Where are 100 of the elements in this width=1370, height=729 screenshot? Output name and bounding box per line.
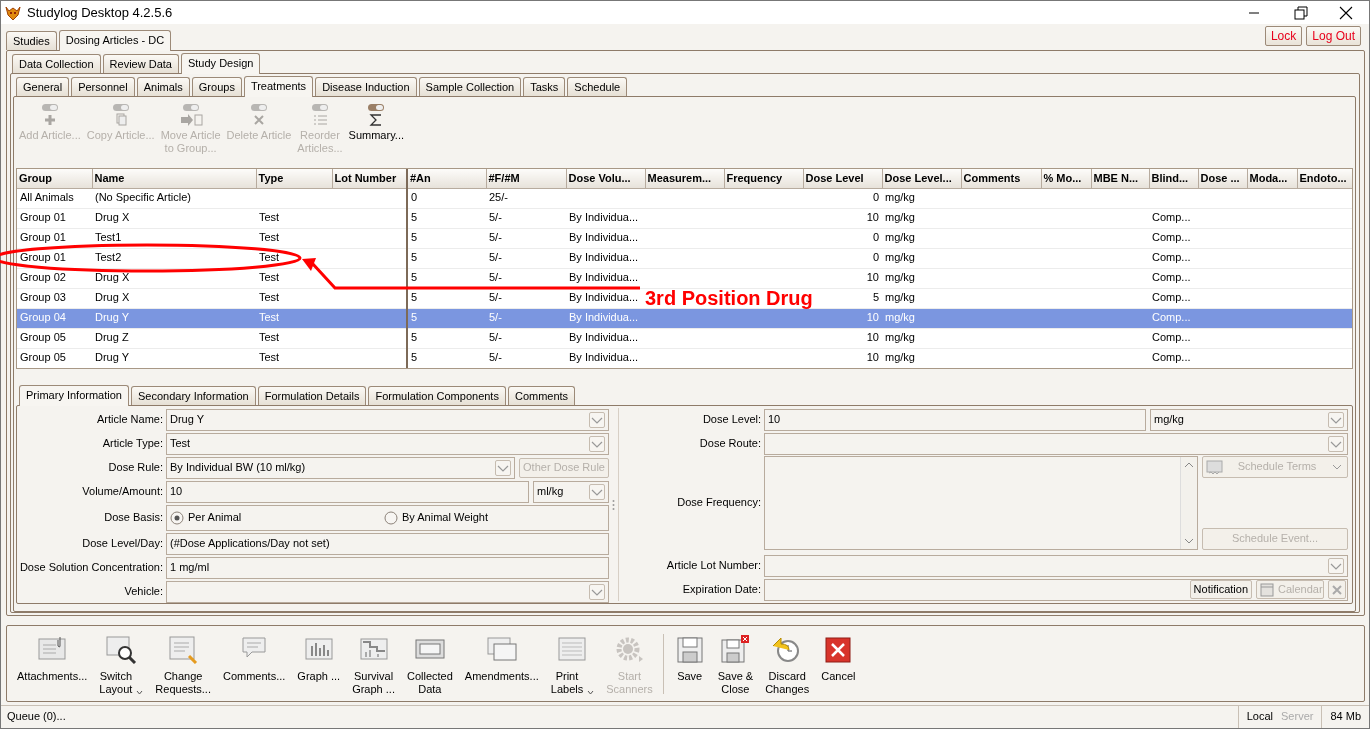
dropdown-field[interactable]: [764, 554, 1348, 577]
notification-button[interactable]: Notification: [1189, 580, 1252, 599]
table-cell: 5/-: [486, 328, 566, 348]
column-header[interactable]: Measurem...: [645, 169, 724, 188]
radio-label: Per Animal: [188, 510, 242, 525]
tab[interactable]: Data Collection: [12, 54, 101, 73]
table-cell: Comp...: [1149, 348, 1198, 368]
column-header[interactable]: Frequency: [724, 169, 803, 188]
column-header[interactable]: #F/#M: [486, 169, 566, 188]
tab[interactable]: Secondary Information: [131, 386, 256, 405]
dropdown-field[interactable]: By Individual BW (10 ml/kg): [166, 456, 516, 479]
column-header[interactable]: Dose Level: [803, 169, 882, 188]
tab[interactable]: Tasks: [523, 77, 566, 96]
toolbar-button[interactable]: Survival Graph ...: [346, 634, 401, 696]
table-cell: 10: [803, 328, 882, 348]
radio-button[interactable]: [170, 510, 184, 525]
field-label: Vehicle:: [123, 584, 163, 599]
tab[interactable]: General: [16, 77, 70, 96]
tab[interactable]: Studies: [6, 31, 57, 50]
toolbar-button[interactable]: Comments...: [217, 634, 292, 683]
column-header[interactable]: Moda...: [1247, 169, 1297, 188]
table-cell: Test1: [92, 228, 256, 248]
table-cell: Group 05: [17, 348, 92, 368]
tab[interactable]: Personnel: [71, 77, 135, 96]
table-cell: 5: [407, 328, 486, 348]
table-cell: Group 05: [17, 328, 92, 348]
log-out-button[interactable]: Log Out: [1306, 26, 1361, 46]
toolbar-button[interactable]: Attachments...: [11, 634, 94, 683]
column-header[interactable]: MBE N...: [1091, 169, 1149, 188]
dropdown-field[interactable]: Drug Y: [166, 408, 609, 431]
toolbar-button[interactable]: Save & Close: [711, 634, 760, 696]
column-header[interactable]: Comments: [961, 169, 1041, 188]
column-header[interactable]: Dose Level...: [882, 169, 961, 188]
table-row[interactable]: Group 01 Drug X Test 5 5/- By Individua... 10 mg/kg Comp...: [17, 208, 1352, 228]
toolbar-button[interactable]: Switch Layout: [93, 634, 150, 696]
table-row[interactable]: Group 01 Test1 Test 5 5/- By Individua... 0 mg/kg Comp...: [17, 228, 1352, 248]
text-field[interactable]: (#Dose Applications/Day not set): [166, 532, 609, 555]
text-field[interactable]: 10: [764, 408, 1146, 431]
column-header[interactable]: Blind...: [1149, 169, 1198, 188]
column-header[interactable]: #An: [407, 169, 486, 188]
text-area[interactable]: [764, 456, 1198, 550]
toolbar-button[interactable]: Print Labels: [544, 634, 601, 696]
table-cell: Drug X: [92, 208, 256, 228]
tab[interactable]: Disease Induction: [315, 77, 417, 96]
tab[interactable]: Review Data: [102, 54, 179, 73]
toolbar-button[interactable]: Amendments...: [458, 634, 545, 683]
column-header[interactable]: Lot Number: [332, 169, 407, 188]
annotation-label: 3rd Position Drug: [645, 286, 813, 310]
tab[interactable]: Comments: [507, 386, 576, 405]
toolbar-button[interactable]: Cancel: [815, 634, 862, 683]
tab[interactable]: Dosing Articles - DC: [58, 30, 172, 51]
column-header[interactable]: Dose Volu...: [566, 169, 645, 188]
toolbar-button[interactable]: Change Requests...: [149, 634, 217, 696]
clear-icon[interactable]: [1331, 583, 1343, 596]
column-header[interactable]: Endoto...: [1297, 169, 1352, 188]
dropdown-field[interactable]: [166, 580, 609, 603]
magnifier-icon: [105, 634, 138, 664]
table-cell: 5/-: [486, 228, 566, 248]
splitter-handle[interactable]: [612, 498, 615, 511]
tab[interactable]: Treatments: [243, 76, 314, 97]
toolbar-button[interactable]: Summary...: [345, 103, 407, 168]
table-cell: mg/kg: [882, 328, 961, 348]
toolbar-button[interactable]: Save: [667, 634, 712, 683]
toolbar-button[interactable]: Collected Data: [400, 634, 459, 696]
toolbar-button[interactable]: Discard Changes: [759, 634, 816, 696]
table-cell: All Animals: [17, 188, 92, 208]
table-cell: Comp...: [1149, 208, 1198, 228]
radio-button[interactable]: [384, 510, 398, 525]
tab[interactable]: Primary Information: [19, 385, 129, 406]
toolbar-button[interactable]: Graph ...: [291, 634, 347, 683]
text-field[interactable]: 10: [166, 480, 529, 503]
table-row[interactable]: Group 01 Test2 Test 5 5/- By Individua... 0 mg/kg Comp...: [17, 248, 1352, 268]
table-row[interactable]: Group 05 Drug Y Test 5 5/- By Individua... 10 mg/kg Comp...: [17, 348, 1352, 368]
table-row[interactable]: Group 05 Drug Z Test 5 5/- By Individua... 10 mg/kg Comp...: [17, 328, 1352, 348]
tab[interactable]: Study Design: [180, 53, 261, 74]
tab[interactable]: Groups: [191, 77, 242, 96]
table-row[interactable]: Group 02 Drug X Test 5 5/- By Individua... 10 mg/kg Comp...: [17, 268, 1352, 288]
column-header[interactable]: Dose ...: [1198, 169, 1247, 188]
column-header[interactable]: Name: [92, 169, 256, 188]
table-cell: 5: [407, 268, 486, 288]
dropdown-field[interactable]: Test: [166, 432, 609, 455]
column-header[interactable]: % Mo...: [1041, 169, 1091, 188]
field-value: By Individual BW (10 ml/kg): [170, 460, 306, 475]
dropdown-field[interactable]: mg/kg: [1150, 408, 1348, 431]
tab[interactable]: Animals: [136, 77, 190, 96]
column-header[interactable]: Group: [17, 169, 92, 188]
tab[interactable]: Formulation Components: [368, 386, 506, 405]
dropdown-field[interactable]: [764, 432, 1348, 455]
tab[interactable]: Sample Collection: [418, 77, 522, 96]
dropdown-field[interactable]: ml/kg: [533, 480, 609, 503]
table-cell: Drug Y: [92, 308, 256, 328]
table-cell: By Individua...: [566, 228, 645, 248]
text-field[interactable]: 1 mg/ml: [166, 556, 609, 579]
tab[interactable]: Formulation Details: [257, 386, 367, 405]
lock-button[interactable]: Lock: [1264, 26, 1303, 46]
label-sheet-icon: [556, 634, 589, 664]
tab[interactable]: Schedule: [567, 77, 628, 96]
table-cell: Comp...: [1149, 228, 1198, 248]
column-header[interactable]: Type: [256, 169, 332, 188]
table-row[interactable]: All Animals (No Specific Article) 0 25/- 0 mg/kg: [17, 188, 1352, 208]
